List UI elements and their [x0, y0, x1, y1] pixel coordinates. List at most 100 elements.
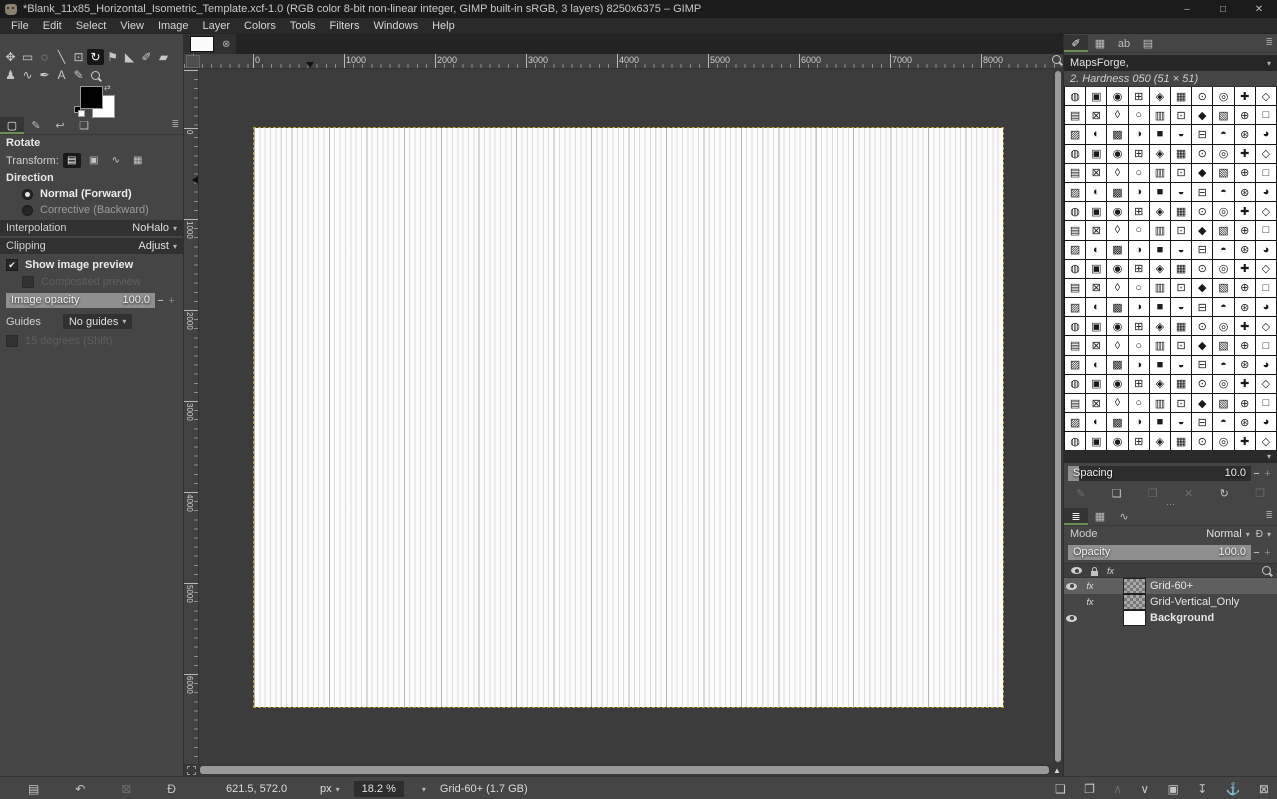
brush-item[interactable]: ▩: [1107, 125, 1127, 143]
brush-item[interactable]: ▩: [1107, 413, 1127, 431]
brush-item[interactable]: ▦: [1171, 375, 1191, 393]
brush-item[interactable]: ▩: [1107, 183, 1127, 201]
tab-undo-history[interactable]: ↩: [48, 117, 72, 134]
brush-item[interactable]: ✚: [1235, 317, 1255, 335]
visibility-icon[interactable]: [1066, 615, 1077, 622]
brush-item[interactable]: ◉: [1107, 375, 1127, 393]
brush-item[interactable]: ▧: [1213, 394, 1233, 412]
brush-item[interactable]: ⊡: [1171, 106, 1191, 124]
brush-item[interactable]: ⊟: [1192, 183, 1212, 201]
brush-item[interactable]: ▣: [1086, 202, 1106, 220]
brush-item[interactable]: ◆: [1192, 221, 1212, 239]
brush-item[interactable]: ○: [1129, 221, 1149, 239]
refresh-brushes-icon[interactable]: ↻: [1220, 487, 1229, 500]
menu-image[interactable]: Image: [151, 20, 196, 32]
brush-item[interactable]: ⊛: [1235, 298, 1255, 316]
menu-windows[interactable]: Windows: [366, 20, 425, 32]
brush-item[interactable]: ⊕: [1235, 164, 1255, 182]
brush-item[interactable]: ✚: [1235, 87, 1255, 105]
brush-item[interactable]: □: [1256, 279, 1276, 297]
brush-item[interactable]: ◎: [1213, 375, 1233, 393]
brush-item[interactable]: ◑: [1129, 241, 1149, 259]
brush-item[interactable]: ◐: [1086, 241, 1106, 259]
guides-dropdown[interactable]: No guides ▾: [63, 314, 133, 329]
vertical-scrollbar[interactable]: [1053, 69, 1063, 764]
decrement-button[interactable]: −: [1251, 466, 1262, 481]
new-layer-group-icon[interactable]: ❐: [1084, 782, 1095, 796]
merge-down-icon[interactable]: ↧: [1197, 782, 1207, 796]
brush-item[interactable]: ◆: [1192, 279, 1212, 297]
show-image-preview-checkbox[interactable]: ✔ Show image preview: [0, 256, 183, 273]
eraser-tool[interactable]: ▰: [155, 49, 172, 65]
foreground-color-swatch[interactable]: [80, 86, 103, 109]
brush-item[interactable]: ◐: [1086, 413, 1106, 431]
crop-tool[interactable]: ⊡: [70, 49, 87, 65]
brush-item[interactable]: ◍: [1065, 375, 1085, 393]
brush-item[interactable]: ▤: [1065, 394, 1085, 412]
brush-item[interactable]: ⊞: [1129, 317, 1149, 335]
brush-item[interactable]: ◆: [1192, 336, 1212, 354]
brush-item[interactable]: ⊕: [1235, 336, 1255, 354]
brush-item[interactable]: ▤: [1065, 279, 1085, 297]
decrement-button[interactable]: −: [155, 293, 166, 308]
brush-item[interactable]: ◓: [1213, 125, 1233, 143]
brush-item[interactable]: ◊: [1107, 394, 1127, 412]
brush-item[interactable]: ▧: [1213, 336, 1233, 354]
search-layers-icon[interactable]: [1262, 566, 1271, 575]
menu-colors[interactable]: Colors: [237, 20, 283, 32]
lock-icon[interactable]: [1091, 571, 1098, 576]
brush-item[interactable]: ⊞: [1129, 375, 1149, 393]
brush-item[interactable]: ⊟: [1192, 298, 1212, 316]
brush-item[interactable]: ▣: [1086, 145, 1106, 163]
mode-group-switch-icon[interactable]: Ð▾: [1256, 529, 1271, 540]
menu-edit[interactable]: Edit: [36, 20, 69, 32]
brush-item[interactable]: ▨: [1065, 183, 1085, 201]
menu-view[interactable]: View: [113, 20, 151, 32]
tab-images[interactable]: ❏: [72, 117, 96, 134]
menu-file[interactable]: File: [4, 20, 36, 32]
brush-item[interactable]: ◑: [1129, 356, 1149, 374]
brush-item[interactable]: ⊞: [1129, 87, 1149, 105]
quick-mask-toggle[interactable]: [184, 764, 198, 776]
brush-item[interactable]: ⊡: [1171, 279, 1191, 297]
zoom-level-input[interactable]: 18.2 %: [354, 781, 404, 797]
mode-dropdown[interactable]: Normal: [1206, 528, 1241, 540]
new-layer-icon[interactable]: ❏: [1055, 782, 1066, 796]
brush-item[interactable]: ⊡: [1171, 336, 1191, 354]
image-canvas[interactable]: [254, 128, 1003, 707]
brush-item[interactable]: ◇: [1256, 375, 1276, 393]
brush-item[interactable]: ▦: [1171, 432, 1191, 450]
layer-row[interactable]: Background: [1064, 610, 1277, 626]
brush-item[interactable]: ▤: [1065, 106, 1085, 124]
brush-item[interactable]: ◈: [1150, 260, 1170, 278]
brush-item[interactable]: ■: [1150, 356, 1170, 374]
brush-item[interactable]: ◇: [1256, 202, 1276, 220]
brush-item[interactable]: ⊕: [1235, 221, 1255, 239]
brush-item[interactable]: ▧: [1213, 106, 1233, 124]
visibility-icon[interactable]: [1066, 583, 1077, 590]
increment-button[interactable]: +: [166, 293, 177, 308]
move-tool[interactable]: ✥: [2, 49, 19, 65]
brush-item[interactable]: ◐: [1086, 356, 1106, 374]
brush-item[interactable]: ◊: [1107, 336, 1127, 354]
menu-help[interactable]: Help: [425, 20, 462, 32]
brush-item[interactable]: ▥: [1150, 164, 1170, 182]
brush-item[interactable]: ◍: [1065, 317, 1085, 335]
brush-item[interactable]: ◓: [1213, 241, 1233, 259]
brush-item[interactable]: ◉: [1107, 317, 1127, 335]
brush-item[interactable]: ⊙: [1192, 260, 1212, 278]
brush-item[interactable]: ◕: [1256, 413, 1276, 431]
brush-item[interactable]: ⊞: [1129, 432, 1149, 450]
brush-item[interactable]: ◇: [1256, 432, 1276, 450]
brush-item[interactable]: ⊛: [1235, 241, 1255, 259]
brush-item[interactable]: □: [1256, 106, 1276, 124]
tab-tool-options[interactable]: ▢: [0, 117, 24, 134]
brush-item[interactable]: ◑: [1129, 183, 1149, 201]
lower-layer-icon[interactable]: ∨: [1140, 782, 1149, 796]
brush-item[interactable]: ■: [1150, 241, 1170, 259]
brush-item[interactable]: ▧: [1213, 279, 1233, 297]
brush-item[interactable]: ◒: [1171, 183, 1191, 201]
restore-tool-preset-icon[interactable]: ↶: [75, 782, 85, 796]
transform-selection-button[interactable]: ▣: [85, 153, 103, 168]
brush-item[interactable]: ○: [1129, 106, 1149, 124]
